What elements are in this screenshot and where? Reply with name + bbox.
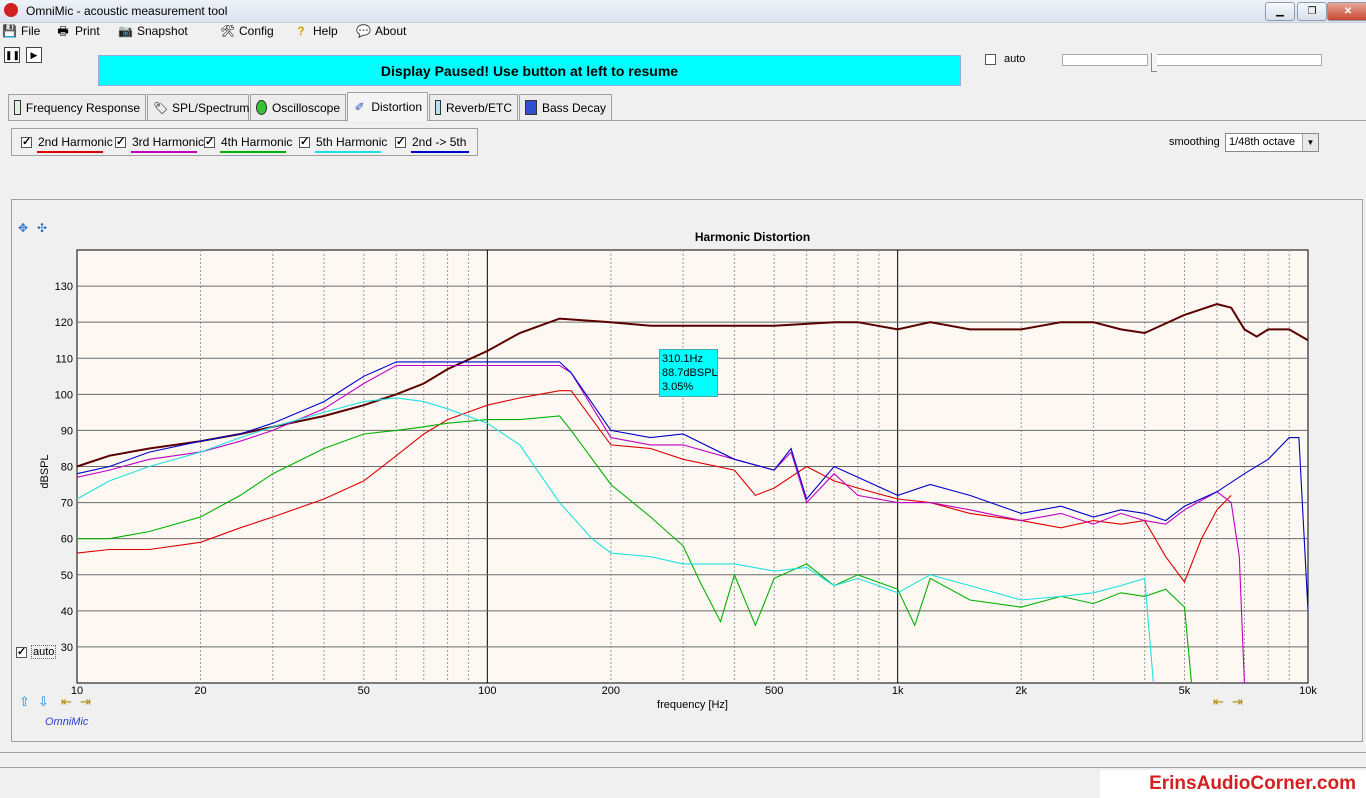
- x-tick-label: 10k: [1299, 685, 1317, 697]
- zoom-out-icon[interactable]: ✣: [37, 221, 47, 235]
- x-tick-label: 2k: [1015, 685, 1027, 697]
- y-tick-label: 110: [55, 353, 73, 365]
- watermark: ErinsAudioCorner.com: [1100, 770, 1366, 798]
- y-tick-label: 80: [61, 462, 73, 474]
- scroll-down-icon[interactable]: ⇩: [38, 694, 49, 710]
- chart-title: Harmonic Distortion: [695, 230, 810, 244]
- y-tick-label: 70: [61, 498, 73, 510]
- zoom-in-icon[interactable]: ✥: [18, 221, 28, 235]
- tooltip-percent: 3.05%: [662, 381, 694, 393]
- distortion-icon: ✐: [354, 100, 365, 114]
- y-tick-label: 120: [55, 317, 73, 329]
- brand-label: OmniMic: [45, 716, 89, 728]
- y-tick-label: 40: [61, 606, 73, 618]
- chart-auto-checkbox[interactable]: [16, 645, 27, 658]
- y-tick-label: 60: [61, 534, 73, 546]
- x-tick-label: 50: [358, 685, 370, 697]
- x-tick-label: 20: [194, 685, 206, 697]
- y-tick-label: 50: [61, 570, 73, 582]
- chart-auto-toggle[interactable]: auto: [16, 645, 57, 659]
- pan-right-icon[interactable]: ⇥: [80, 694, 91, 710]
- cursor-tooltip: 310.1Hz 88.7dBSPL 3.05%: [659, 349, 718, 397]
- scroll-up-icon[interactable]: ⇧: [19, 694, 30, 710]
- chart-auto-label: auto: [31, 645, 57, 659]
- tooltip-level: 88.7dBSPL: [662, 367, 718, 379]
- x-tick-label: 200: [602, 685, 620, 697]
- tooltip-frequency: 310.1Hz: [662, 353, 703, 365]
- y-tick-label: 130: [55, 281, 73, 293]
- pan-left-icon[interactable]: ⇤: [61, 694, 72, 710]
- x-tick-label: 100: [478, 685, 496, 697]
- status-bar: [0, 752, 1366, 768]
- right-pan-right-icon[interactable]: ⇥: [1232, 694, 1243, 710]
- chart-svg: 3040506070809010011012013010 20 50 100 200 50…: [39, 230, 1317, 711]
- x-tick-label: 500: [765, 685, 783, 697]
- tab-label: Distortion: [371, 100, 422, 114]
- x-tick-label: 5k: [1179, 685, 1191, 697]
- x-axis-label: frequency [Hz]: [657, 699, 728, 711]
- x-tick-label: 1k: [892, 685, 904, 697]
- tab-distortion[interactable]: ✐ Distortion: [347, 92, 428, 121]
- y-axis-label: dBSPL: [39, 454, 51, 488]
- y-tick-label: 90: [61, 425, 73, 437]
- y-tick-label: 100: [55, 389, 73, 401]
- right-pan-left-icon[interactable]: ⇤: [1213, 694, 1224, 710]
- y-tick-label: 30: [61, 642, 73, 654]
